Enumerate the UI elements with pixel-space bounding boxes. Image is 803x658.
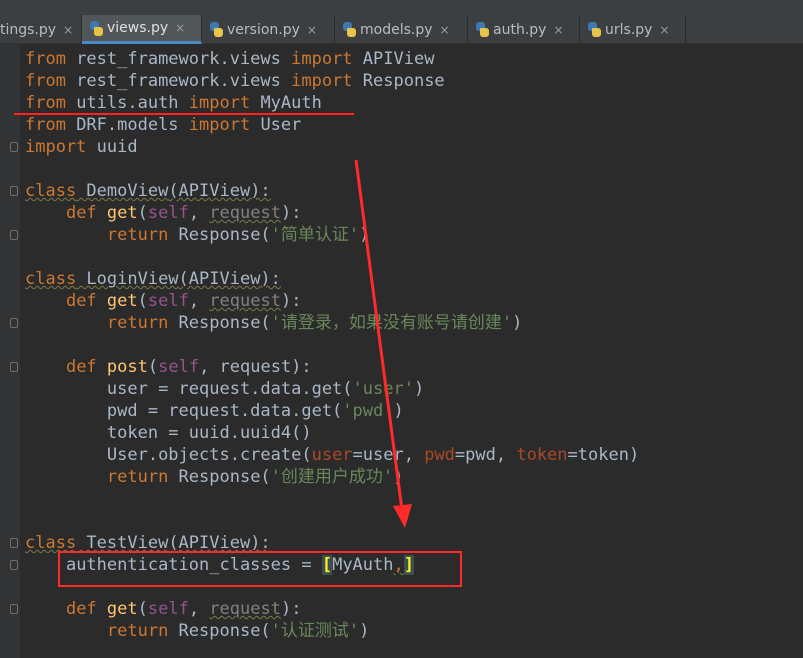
arrow-head bbox=[393, 504, 412, 528]
red-arrow-annotation bbox=[354, 159, 412, 528]
arrow-shaft bbox=[354, 159, 404, 511]
